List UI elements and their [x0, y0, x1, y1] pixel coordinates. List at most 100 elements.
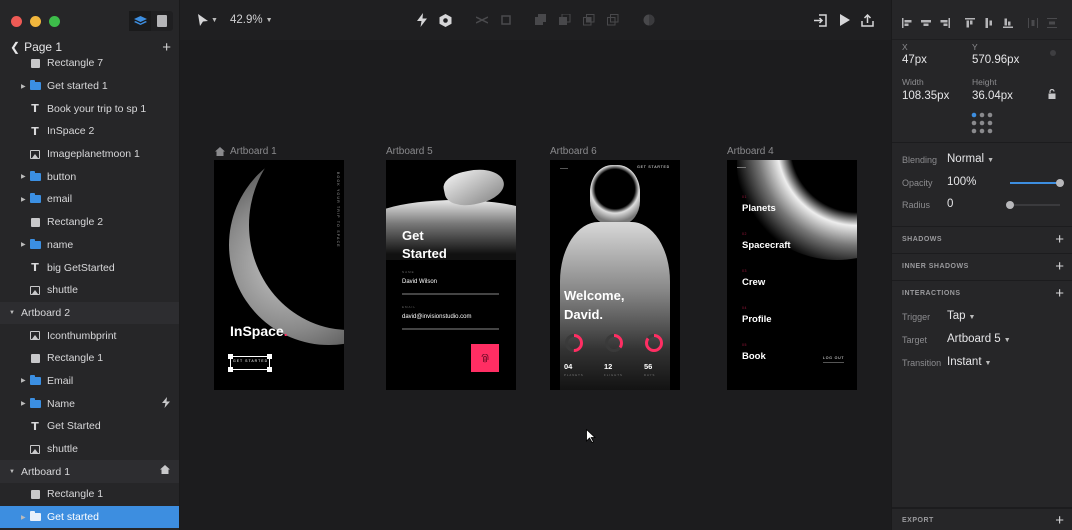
- layer-item[interactable]: T Get Started: [0, 415, 179, 438]
- layer-item[interactable]: ▶ Get started: [0, 505, 179, 529]
- opacity-slider-knob[interactable]: [1056, 179, 1064, 187]
- nav-menu-item[interactable]: 02 Spacecraft: [742, 232, 791, 251]
- disclosure-open-icon[interactable]: ▼: [9, 469, 17, 475]
- artboard-1[interactable]: BOOK YOUR TRIP TO SPACE InSpace. GET STA…: [214, 160, 344, 390]
- artboard-5-label[interactable]: Artboard 5: [386, 146, 433, 157]
- target-dropdown[interactable]: Artboard 5 ▼: [947, 333, 1011, 345]
- maximize-window-button[interactable]: [49, 16, 60, 27]
- height-input[interactable]: 36.04px: [972, 90, 1013, 102]
- layer-item[interactable]: Imageplanetmoon 1: [0, 143, 179, 166]
- layer-item[interactable]: ▶ Get started 1: [0, 75, 179, 98]
- prototype-button[interactable]: [417, 12, 427, 28]
- logout-link[interactable]: LOG OUT: [823, 356, 845, 363]
- layer-item[interactable]: ▶ button: [0, 165, 179, 188]
- disclosure-closed-icon[interactable]: ▶: [21, 83, 29, 90]
- component-button[interactable]: [439, 12, 452, 28]
- preview-play-button[interactable]: [840, 12, 850, 28]
- disclosure-closed-icon[interactable]: ▶: [21, 241, 29, 248]
- share-button[interactable]: [861, 12, 874, 28]
- zoom-dropdown[interactable]: 42.9% ▼: [230, 12, 273, 28]
- width-input[interactable]: 108.35px: [902, 90, 949, 102]
- artboard-5[interactable]: Get Started NAME David Wilson EMAIL davi…: [386, 160, 516, 390]
- layer-item[interactable]: shuttle: [0, 438, 179, 461]
- opacity-input[interactable]: 100%: [947, 176, 976, 188]
- radius-slider-knob[interactable]: [1006, 201, 1014, 209]
- align-right-button[interactable]: [940, 15, 950, 28]
- layers-tab[interactable]: [129, 11, 151, 31]
- opacity-slider[interactable]: [1010, 179, 1064, 187]
- frame-button[interactable]: [500, 12, 512, 28]
- nav-menu-item[interactable]: 01 Planets: [742, 195, 776, 214]
- subtract-button[interactable]: [559, 12, 571, 28]
- distribute-h-button[interactable]: [1028, 15, 1038, 28]
- align-top-button[interactable]: [965, 15, 975, 27]
- disclosure-closed-icon[interactable]: ▶: [21, 514, 29, 521]
- union-button[interactable]: [535, 12, 547, 28]
- radius-slider[interactable]: [1006, 201, 1060, 209]
- close-window-button[interactable]: [11, 16, 22, 27]
- menu-icon[interactable]: [737, 167, 746, 168]
- document-tab[interactable]: [151, 11, 173, 31]
- layer-item[interactable]: ▶ email: [0, 188, 179, 211]
- add-shadow-button[interactable]: +: [1055, 232, 1064, 247]
- resize-handle[interactable]: [228, 354, 233, 359]
- thumbprint-button[interactable]: [471, 344, 499, 372]
- artboard-4-label[interactable]: Artboard 4: [727, 146, 774, 157]
- intersect-button[interactable]: [583, 12, 595, 28]
- layer-item[interactable]: T InSpace 2: [0, 120, 179, 143]
- artboard-6[interactable]: GET STARTED Welcome, David. 04 PLANETS 12 F…: [550, 160, 680, 390]
- align-left-button[interactable]: [902, 15, 912, 28]
- artboard-6-label[interactable]: Artboard 6: [550, 146, 597, 157]
- layer-item[interactable]: Rectangle 1: [0, 483, 179, 506]
- nav-menu-item[interactable]: 05 Book: [742, 343, 766, 362]
- layer-item[interactable]: ▶ Email: [0, 370, 179, 393]
- layer-item[interactable]: Rectangle 1: [0, 347, 179, 370]
- minimize-window-button[interactable]: [30, 16, 41, 27]
- scissors-button[interactable]: [476, 12, 488, 28]
- trigger-dropdown[interactable]: Tap ▼: [947, 310, 975, 322]
- layer-item[interactable]: ▶ Name: [0, 392, 179, 415]
- menu-icon[interactable]: [560, 168, 568, 169]
- layer-item[interactable]: Rectangle 2: [0, 211, 179, 234]
- layer-item[interactable]: shuttle: [0, 279, 179, 302]
- anchor-point-grid[interactable]: [971, 112, 993, 134]
- email-field[interactable]: david@invisionstudio.com: [402, 314, 471, 320]
- rotation-dot-icon[interactable]: [1050, 50, 1056, 56]
- artboard-4[interactable]: 01 Planets 02 Spacecraft 03 Crew 04 Profile 05 Bo…: [727, 160, 857, 390]
- x-input[interactable]: 47px: [902, 54, 927, 66]
- add-inner-shadow-button[interactable]: +: [1055, 259, 1064, 274]
- nav-menu-item[interactable]: 04 Profile: [742, 306, 772, 325]
- disclosure-closed-icon[interactable]: ▶: [21, 400, 29, 407]
- blending-dropdown[interactable]: Normal ▼: [947, 153, 994, 165]
- lock-aspect-button[interactable]: [1048, 86, 1056, 104]
- resize-handle[interactable]: [228, 367, 233, 372]
- layer-item[interactable]: Iconthumbprint: [0, 324, 179, 347]
- get-started-link[interactable]: GET STARTED: [637, 165, 670, 169]
- mask-button[interactable]: [643, 12, 655, 28]
- design-canvas[interactable]: Artboard 1 BOOK YOUR TRIP TO SPACE InSpa…: [180, 40, 891, 530]
- layer-item[interactable]: T Book your trip to sp 1: [0, 97, 179, 120]
- import-button[interactable]: [814, 12, 827, 28]
- disclosure-closed-icon[interactable]: ▶: [21, 173, 29, 180]
- layer-group[interactable]: ▼ Artboard 2: [0, 301, 179, 325]
- disclosure-closed-icon[interactable]: ▶: [21, 377, 29, 384]
- transition-dropdown[interactable]: Instant ▼: [947, 356, 991, 368]
- layer-item[interactable]: ▶ name: [0, 234, 179, 257]
- select-tool-button[interactable]: ▼: [198, 12, 218, 28]
- align-bottom-button[interactable]: [1003, 15, 1013, 28]
- resize-handle[interactable]: [267, 367, 272, 372]
- resize-handle[interactable]: [267, 354, 272, 359]
- disclosure-open-icon[interactable]: ▼: [9, 310, 17, 316]
- nav-menu-item[interactable]: 03 Crew: [742, 269, 765, 288]
- align-center-h-button[interactable]: [921, 15, 931, 26]
- y-input[interactable]: 570.96px: [972, 54, 1019, 66]
- difference-button[interactable]: [607, 12, 619, 28]
- disclosure-closed-icon[interactable]: ▶: [21, 196, 29, 203]
- artboard-1-label[interactable]: Artboard 1: [215, 146, 277, 157]
- layer-group[interactable]: ▼ Artboard 1: [0, 460, 179, 484]
- layer-item[interactable]: Tbig GetStarted: [0, 256, 179, 279]
- add-export-button[interactable]: +: [1055, 513, 1064, 528]
- align-middle-button[interactable]: [984, 15, 994, 28]
- get-started-button[interactable]: GET STARTED: [230, 356, 270, 370]
- layer-item[interactable]: Rectangle 7: [0, 52, 179, 75]
